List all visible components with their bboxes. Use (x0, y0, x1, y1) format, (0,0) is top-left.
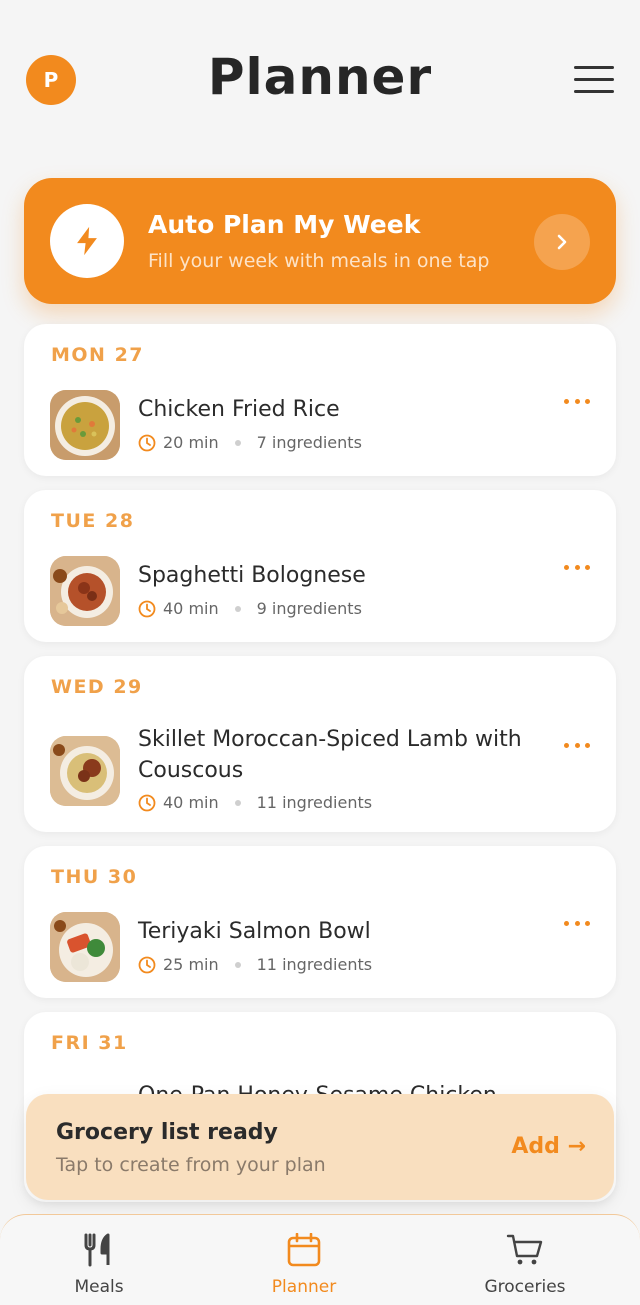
nav-planner[interactable]: Planner (224, 1232, 384, 1297)
nav-groceries[interactable]: Groceries (445, 1233, 605, 1297)
hamburger-menu-icon[interactable] (574, 66, 614, 94)
meal-meta: 40 min 11 ingredients (138, 793, 372, 812)
clock-icon (138, 956, 156, 973)
day-label: WED 29 (51, 676, 143, 698)
meal-image (50, 912, 120, 982)
clock-icon (138, 600, 156, 617)
day-card-mon[interactable]: MON 27 Chicken Fried Rice 20 min 7 ingre… (24, 324, 616, 476)
banner-subtitle: Fill your week with meals in one tap (148, 250, 490, 272)
banner-title: Auto Plan My Week (148, 210, 421, 239)
chevron-right-icon[interactable] (534, 214, 590, 270)
nav-label: Meals (74, 1277, 124, 1297)
meal-meta: 40 min 9 ingredients (138, 599, 362, 618)
lightning-bolt-icon (50, 204, 124, 278)
meta-separator (234, 605, 241, 612)
nav-label: Planner (271, 1277, 337, 1297)
meal-image (50, 390, 120, 460)
toast-subtitle: Tap to create from your plan (56, 1154, 326, 1176)
clock-icon (138, 794, 156, 811)
meal-time: 25 min (163, 955, 219, 974)
toast-title: Grocery list ready (56, 1120, 278, 1145)
meal-meta: 20 min 7 ingredients (138, 433, 362, 452)
meal-time: 40 min (163, 793, 219, 812)
meal-ingredients: 7 ingredients (256, 433, 362, 452)
meal-image (50, 556, 120, 626)
day-card-tue[interactable]: TUE 28 Spaghetti Bolognese 40 min 9 ingr… (24, 490, 616, 642)
meal-name: Chicken Fried Rice (138, 397, 340, 422)
meta-separator (234, 439, 241, 446)
meal-image (50, 736, 120, 806)
day-label: MON 27 (51, 344, 145, 366)
app-header: P Planner (0, 0, 640, 160)
meal-time: 20 min (163, 433, 219, 452)
cart-icon (506, 1234, 543, 1265)
meal-meta: 25 min 11 ingredients (138, 955, 372, 974)
calendar-icon (287, 1232, 321, 1267)
day-label: THU 30 (51, 866, 138, 888)
more-dots-icon[interactable] (564, 918, 590, 928)
page-title: Planner (207, 48, 433, 106)
grocery-toast[interactable]: Grocery list ready Tap to create from yo… (26, 1094, 614, 1200)
meal-ingredients: 11 ingredients (256, 793, 373, 812)
meta-separator (234, 961, 241, 968)
day-card-thu[interactable]: THU 30 Teriyaki Salmon Bowl 25 min 11 in… (24, 846, 616, 998)
meal-name: Spaghetti Bolognese (138, 563, 366, 588)
meal-name: Skillet Moroccan-Spiced Lamb with Cousco… (138, 727, 522, 783)
bottom-nav: Meals Planner Groceries (0, 1214, 640, 1305)
more-dots-icon[interactable] (564, 740, 590, 750)
more-dots-icon[interactable] (564, 562, 590, 572)
add-groceries-button[interactable]: Add → (511, 1134, 586, 1159)
nav-meals[interactable]: Meals (19, 1233, 179, 1297)
meal-time: 40 min (163, 599, 219, 618)
day-label: TUE 28 (51, 510, 135, 532)
meal-ingredients: 9 ingredients (256, 599, 362, 618)
fork-knife-icon (84, 1233, 110, 1267)
meal-name: Teriyaki Salmon Bowl (138, 919, 371, 944)
auto-plan-banner[interactable]: Auto Plan My Week Fill your week with me… (24, 178, 616, 304)
meta-separator (234, 799, 241, 806)
nav-label: Groceries (484, 1277, 566, 1297)
more-dots-icon[interactable] (564, 396, 590, 406)
day-label: FRI 31 (51, 1032, 128, 1054)
day-card-wed[interactable]: WED 29 Skillet Moroccan-Spiced Lamb with… (24, 656, 616, 832)
clock-icon (138, 434, 156, 451)
meal-ingredients: 11 ingredients (256, 955, 373, 974)
